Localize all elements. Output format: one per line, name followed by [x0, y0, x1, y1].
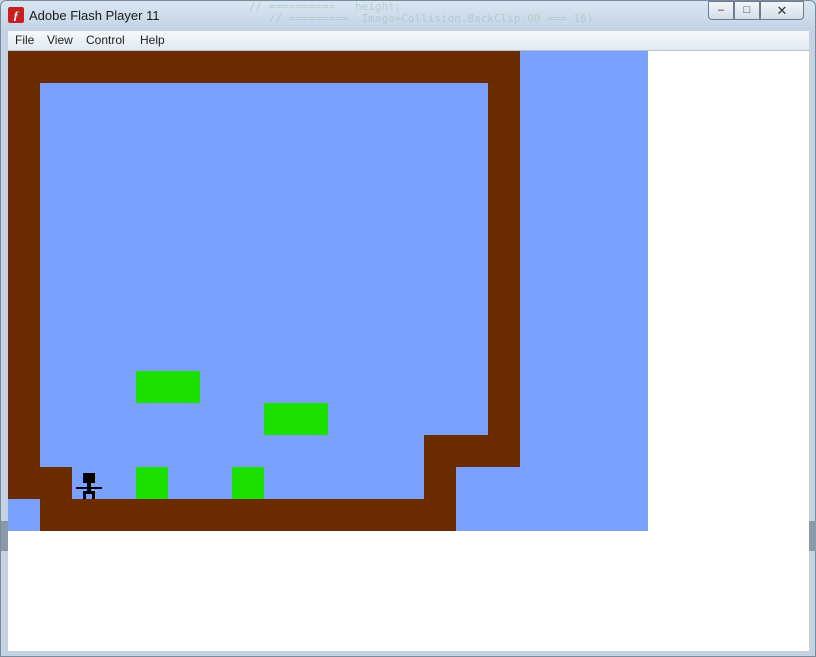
- wall-right: [488, 83, 520, 467]
- wall-step-left: [40, 467, 72, 499]
- menu-file[interactable]: File: [15, 33, 34, 47]
- green-block: [136, 371, 200, 403]
- menu-help[interactable]: Help: [140, 33, 165, 47]
- wall-left: [8, 83, 40, 499]
- player-arms: [76, 487, 102, 489]
- flash-icon: ƒ: [8, 7, 24, 23]
- window-edge-left: [1, 521, 8, 551]
- player-hip: [83, 491, 95, 494]
- window-edge-right: [809, 521, 816, 551]
- wall-step-right: [424, 467, 456, 531]
- stick-figure-icon: [75, 472, 103, 500]
- menu-control[interactable]: Control: [86, 33, 125, 47]
- game-stage[interactable]: [8, 51, 648, 531]
- flash-player-window: ƒ Adobe Flash Player 11 // ========== he…: [0, 0, 816, 657]
- close-button[interactable]: ✕: [760, 1, 804, 20]
- wall-top: [8, 51, 520, 83]
- window-title: Adobe Flash Player 11: [29, 8, 160, 23]
- green-block: [264, 403, 328, 435]
- wall-right-ledge: [424, 435, 488, 467]
- flash-content-area[interactable]: [8, 51, 809, 651]
- menu-bar: File View Control Help: [8, 31, 809, 51]
- minimize-button[interactable]: –: [708, 1, 734, 20]
- title-bar-background-text: // ========== height; // ========= Image…: [249, 1, 594, 25]
- maximize-button[interactable]: □: [734, 1, 760, 20]
- green-block: [232, 467, 264, 499]
- wall-floor: [40, 499, 424, 531]
- menu-view[interactable]: View: [47, 33, 73, 47]
- player-head: [83, 473, 95, 483]
- green-block: [136, 467, 168, 499]
- title-bar[interactable]: ƒ Adobe Flash Player 11 // ========== he…: [1, 1, 815, 31]
